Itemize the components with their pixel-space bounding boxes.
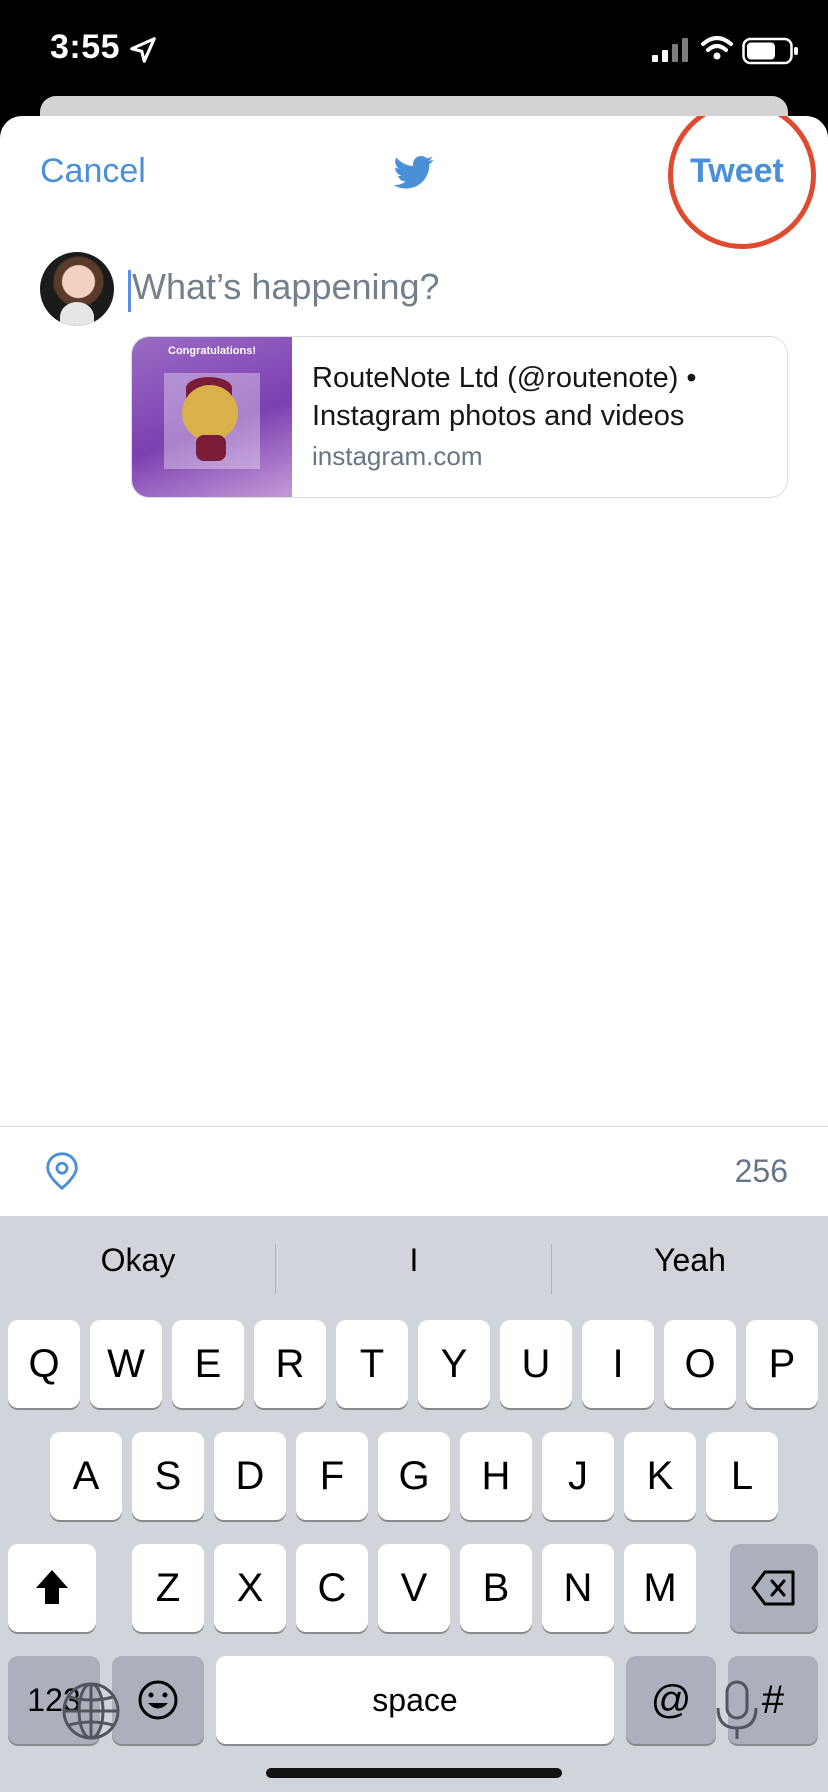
at-key[interactable]: @ bbox=[626, 1656, 716, 1744]
thumbnail-caption: Congratulations! bbox=[168, 345, 256, 357]
text-cursor bbox=[128, 270, 131, 312]
battery-icon bbox=[742, 37, 798, 65]
suggestion-okay[interactable]: Okay bbox=[0, 1242, 276, 1279]
microphone-icon[interactable] bbox=[712, 1680, 762, 1742]
home-indicator bbox=[266, 1768, 562, 1778]
suggestion-i[interactable]: I bbox=[276, 1242, 552, 1279]
compose-text-input[interactable]: What’s happening? bbox=[132, 266, 440, 308]
cellular-signal-icon bbox=[652, 38, 688, 62]
link-title: RouteNote Ltd (@routenote) • Instagram p… bbox=[312, 362, 697, 432]
key-m[interactable]: M bbox=[624, 1544, 696, 1632]
key-p[interactable]: P bbox=[746, 1320, 818, 1408]
key-t[interactable]: T bbox=[336, 1320, 408, 1408]
compose-sheet: Cancel Tweet What’s happening? Congratul… bbox=[0, 116, 828, 1792]
key-x[interactable]: X bbox=[214, 1544, 286, 1632]
shift-key[interactable] bbox=[8, 1544, 96, 1632]
link-domain: instagram.com bbox=[312, 441, 483, 471]
key-k[interactable]: K bbox=[624, 1432, 696, 1520]
key-o[interactable]: O bbox=[664, 1320, 736, 1408]
key-u[interactable]: U bbox=[500, 1320, 572, 1408]
emoji-face-icon bbox=[138, 1680, 178, 1720]
key-d[interactable]: D bbox=[214, 1432, 286, 1520]
location-arrow-icon bbox=[130, 37, 156, 63]
key-w[interactable]: W bbox=[90, 1320, 162, 1408]
suggestion-yeah[interactable]: Yeah bbox=[552, 1242, 828, 1279]
key-f[interactable]: F bbox=[296, 1432, 368, 1520]
backspace-icon bbox=[751, 1570, 795, 1606]
key-c[interactable]: C bbox=[296, 1544, 368, 1632]
cancel-button[interactable]: Cancel bbox=[40, 152, 146, 191]
key-h[interactable]: H bbox=[460, 1432, 532, 1520]
link-thumbnail: Congratulations! bbox=[132, 337, 292, 497]
thumbnail-face bbox=[182, 385, 238, 441]
composer-toolbar: 256 bbox=[0, 1126, 828, 1217]
location-pin-icon[interactable] bbox=[44, 1151, 80, 1191]
delete-key[interactable] bbox=[730, 1544, 818, 1632]
key-y[interactable]: Y bbox=[418, 1320, 490, 1408]
twitter-bird-icon bbox=[393, 156, 434, 189]
key-z[interactable]: Z bbox=[132, 1544, 204, 1632]
key-n[interactable]: N bbox=[542, 1544, 614, 1632]
thumbnail-body bbox=[196, 435, 226, 461]
key-j[interactable]: J bbox=[542, 1432, 614, 1520]
link-card-text: RouteNote Ltd (@routenote) • Instagram p… bbox=[312, 359, 767, 472]
status-bar: 3:55 bbox=[0, 0, 828, 100]
key-a[interactable]: A bbox=[50, 1432, 122, 1520]
keyboard: Okay I Yeah Q W E R T Y U I O P A S D F … bbox=[0, 1216, 828, 1792]
status-time: 3:55 bbox=[50, 28, 121, 66]
emoji-key[interactable] bbox=[112, 1656, 204, 1744]
link-preview-card[interactable]: Congratulations! RouteNote Ltd (@routeno… bbox=[131, 336, 788, 498]
key-b[interactable]: B bbox=[460, 1544, 532, 1632]
space-key[interactable]: space bbox=[216, 1656, 614, 1744]
wifi-icon bbox=[701, 36, 733, 60]
key-g[interactable]: G bbox=[378, 1432, 450, 1520]
key-e[interactable]: E bbox=[172, 1320, 244, 1408]
avatar[interactable] bbox=[40, 252, 114, 326]
key-q[interactable]: Q bbox=[8, 1320, 80, 1408]
globe-icon[interactable] bbox=[60, 1680, 122, 1742]
key-r[interactable]: R bbox=[254, 1320, 326, 1408]
key-s[interactable]: S bbox=[132, 1432, 204, 1520]
key-i[interactable]: I bbox=[582, 1320, 654, 1408]
shift-arrow-icon bbox=[36, 1570, 68, 1604]
character-count: 256 bbox=[734, 1153, 788, 1189]
key-l[interactable]: L bbox=[706, 1432, 778, 1520]
highlight-circle bbox=[668, 116, 816, 249]
key-v[interactable]: V bbox=[378, 1544, 450, 1632]
